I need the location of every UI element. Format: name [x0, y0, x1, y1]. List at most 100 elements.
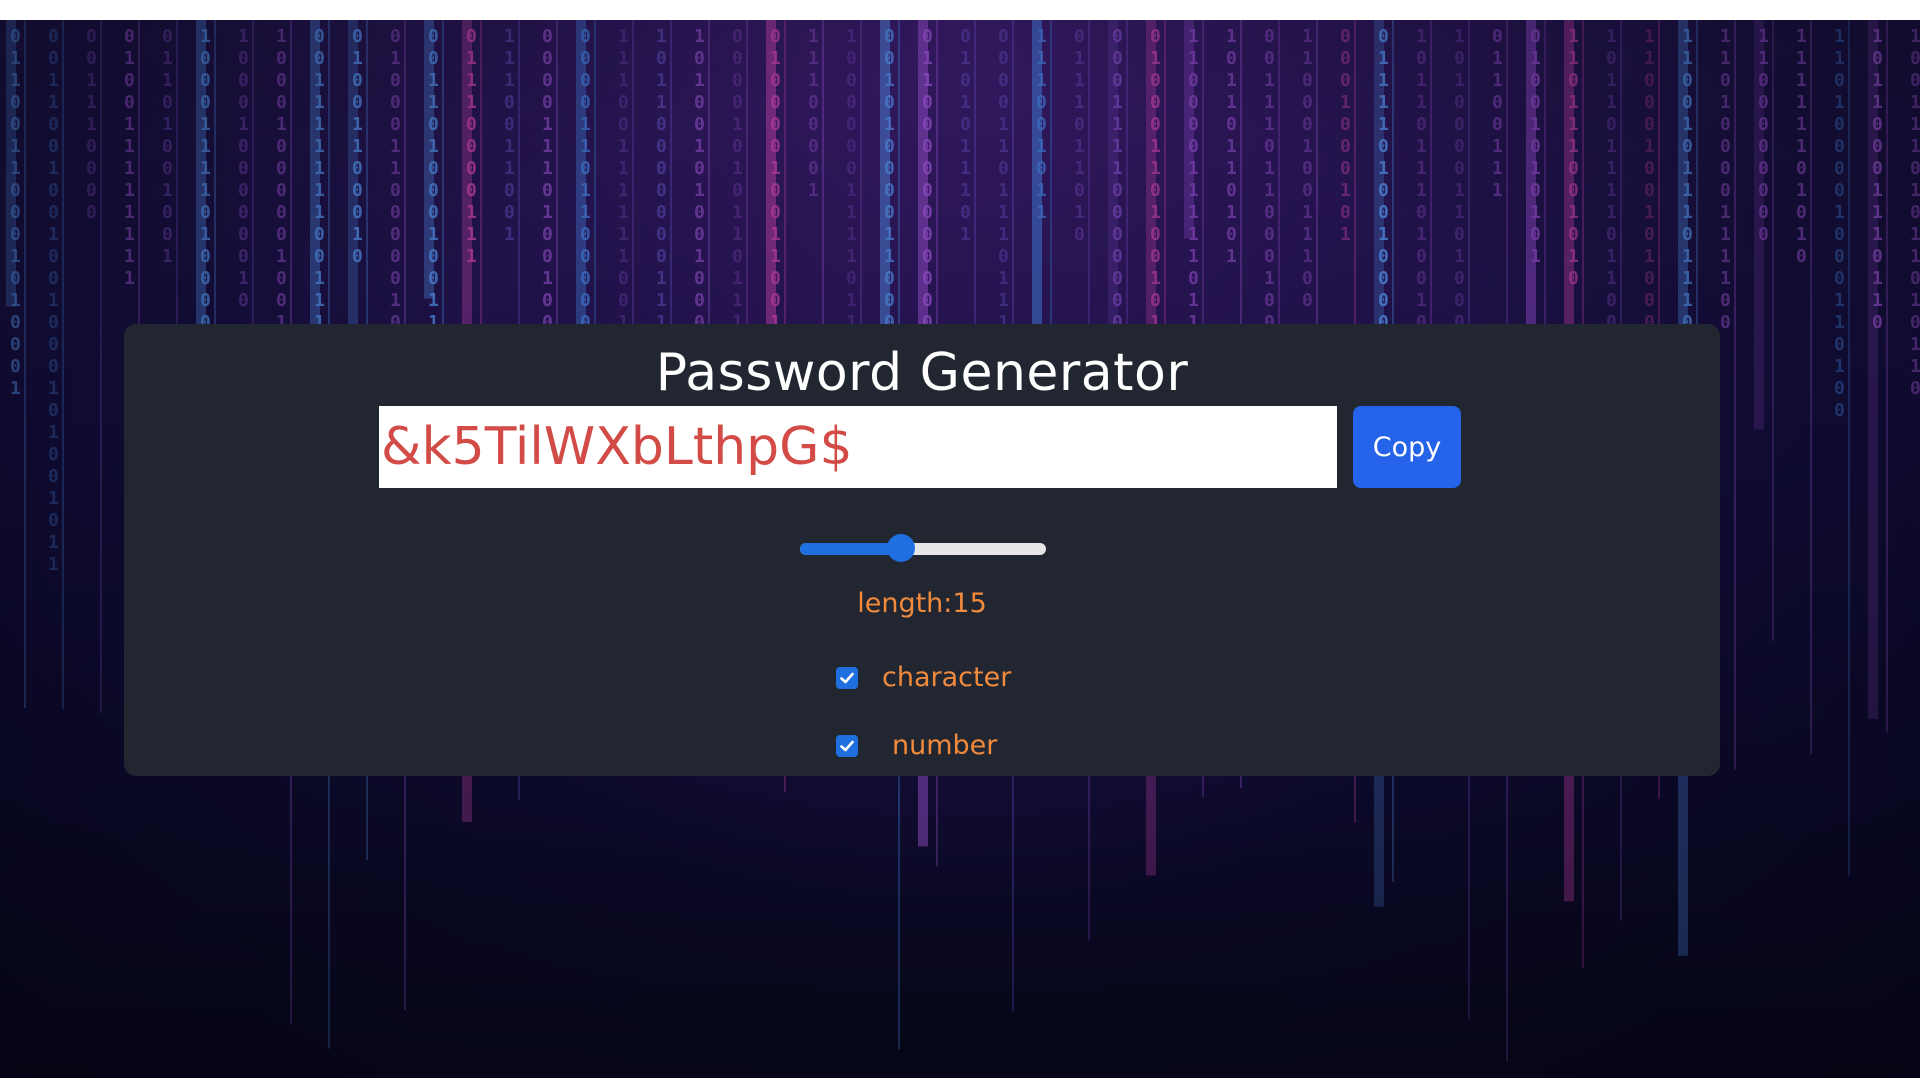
binary-digit: 0: [694, 290, 705, 311]
binary-digit: 0: [1226, 114, 1237, 135]
binary-digit: 0: [1682, 70, 1693, 91]
binary-digit: 0: [10, 114, 21, 135]
binary-digit: 1: [390, 290, 401, 311]
binary-digit: 0: [1644, 224, 1655, 245]
binary-digit: 1: [10, 290, 21, 311]
binary-digit: 1: [998, 268, 1009, 289]
binary-digit: 0: [1036, 158, 1047, 179]
binary-digit: 1: [10, 246, 21, 267]
password-output-field[interactable]: [379, 406, 1337, 488]
binary-digit: 1: [884, 70, 895, 91]
binary-digit: 1: [48, 488, 59, 509]
binary-digit: 0: [504, 114, 515, 135]
binary-digit: 0: [10, 334, 21, 355]
binary-digit: 0: [162, 92, 173, 113]
binary-digit: 0: [1188, 268, 1199, 289]
binary-digit: 0: [1910, 70, 1920, 91]
binary-digit: 1: [618, 70, 629, 91]
binary-digit: 1: [1606, 202, 1617, 223]
binary-digit: 0: [1834, 378, 1845, 399]
binary-digit: 0: [808, 158, 819, 179]
binary-digit: 1: [1036, 136, 1047, 157]
light-line: [1734, 20, 1736, 770]
binary-digit: 0: [846, 268, 857, 289]
binary-digit: 1: [124, 202, 135, 223]
binary-digit: 1: [998, 114, 1009, 135]
binary-digit: 1: [1264, 114, 1275, 135]
binary-digit: 1: [10, 48, 21, 69]
binary-digit: 0: [238, 48, 249, 69]
binary-digit: 0: [276, 136, 287, 157]
binary-digit: 1: [1606, 246, 1617, 267]
binary-digit: 1: [618, 246, 629, 267]
binary-digit: 0: [998, 92, 1009, 113]
number-checkbox[interactable]: [836, 735, 858, 757]
binary-digit: 0: [580, 48, 591, 69]
binary-digit: 1: [998, 136, 1009, 157]
binary-digit: 0: [48, 180, 59, 201]
binary-digit: 0: [238, 92, 249, 113]
binary-digit: 1: [1074, 70, 1085, 91]
binary-digit: 1: [1112, 114, 1123, 135]
binary-digit: 0: [1834, 70, 1845, 91]
binary-digit: 0: [1074, 180, 1085, 201]
binary-digit: 0: [314, 26, 325, 47]
binary-digit: 1: [1872, 202, 1883, 223]
copy-button[interactable]: Copy: [1353, 406, 1461, 488]
binary-digit: 1: [1188, 26, 1199, 47]
binary-digit: 0: [884, 202, 895, 223]
binary-digit: 0: [504, 180, 515, 201]
binary-digit: 0: [960, 70, 971, 91]
binary-digit: 1: [846, 202, 857, 223]
binary-digit: 1: [1302, 48, 1313, 69]
light-line: [1886, 20, 1888, 732]
screenshot-frame: 0110011000101000100110010010010001010010…: [0, 0, 1920, 1080]
binary-digit: 1: [1530, 114, 1541, 135]
binary-digit: 1: [1910, 180, 1920, 201]
binary-digit: 0: [846, 114, 857, 135]
binary-digit: 1: [1226, 70, 1237, 91]
binary-digit: 0: [352, 26, 363, 47]
binary-digit: 0: [466, 136, 477, 157]
binary-digit: 0: [1530, 180, 1541, 201]
binary-digit: 0: [48, 466, 59, 487]
binary-digit: 0: [1302, 158, 1313, 179]
character-checkbox[interactable]: [836, 667, 858, 689]
binary-digit: 1: [124, 180, 135, 201]
binary-digit: 0: [1758, 114, 1769, 135]
binary-digit: 1: [618, 26, 629, 47]
binary-digit: 0: [960, 114, 971, 135]
binary-digit: 1: [656, 92, 667, 113]
binary-digit: 1: [1834, 290, 1845, 311]
binary-digit: 1: [542, 136, 553, 157]
binary-digit: 1: [314, 202, 325, 223]
binary-digit: 0: [1454, 48, 1465, 69]
binary-digit: 1: [694, 246, 705, 267]
binary-digit: 1: [618, 48, 629, 69]
binary-digit: 0: [732, 48, 743, 69]
binary-digit: 0: [770, 92, 781, 113]
binary-digit: 1: [1682, 246, 1693, 267]
binary-digit: 1: [86, 92, 97, 113]
binary-digit: 1: [1454, 26, 1465, 47]
binary-digit: 0: [1150, 246, 1161, 267]
binary-digit: 0: [884, 180, 895, 201]
length-slider[interactable]: [800, 534, 1046, 562]
binary-digit: 0: [656, 246, 667, 267]
binary-digit: 0: [466, 158, 477, 179]
slider-thumb[interactable]: [886, 534, 915, 562]
binary-digit: 0: [694, 268, 705, 289]
binary-digit: 0: [276, 290, 287, 311]
binary-digit: 0: [998, 70, 1009, 91]
binary-digit: 0: [1606, 224, 1617, 245]
binary-digit: 1: [1758, 26, 1769, 47]
binary-digit: 0: [1834, 114, 1845, 135]
binary-digit: 0: [48, 334, 59, 355]
binary-digit: 0: [238, 180, 249, 201]
binary-digit: 1: [1340, 224, 1351, 245]
binary-digit: 1: [1454, 202, 1465, 223]
binary-digit: 1: [1074, 48, 1085, 69]
binary-digit: 1: [618, 202, 629, 223]
binary-digit: 0: [1682, 136, 1693, 157]
binary-digit: 0: [428, 48, 439, 69]
